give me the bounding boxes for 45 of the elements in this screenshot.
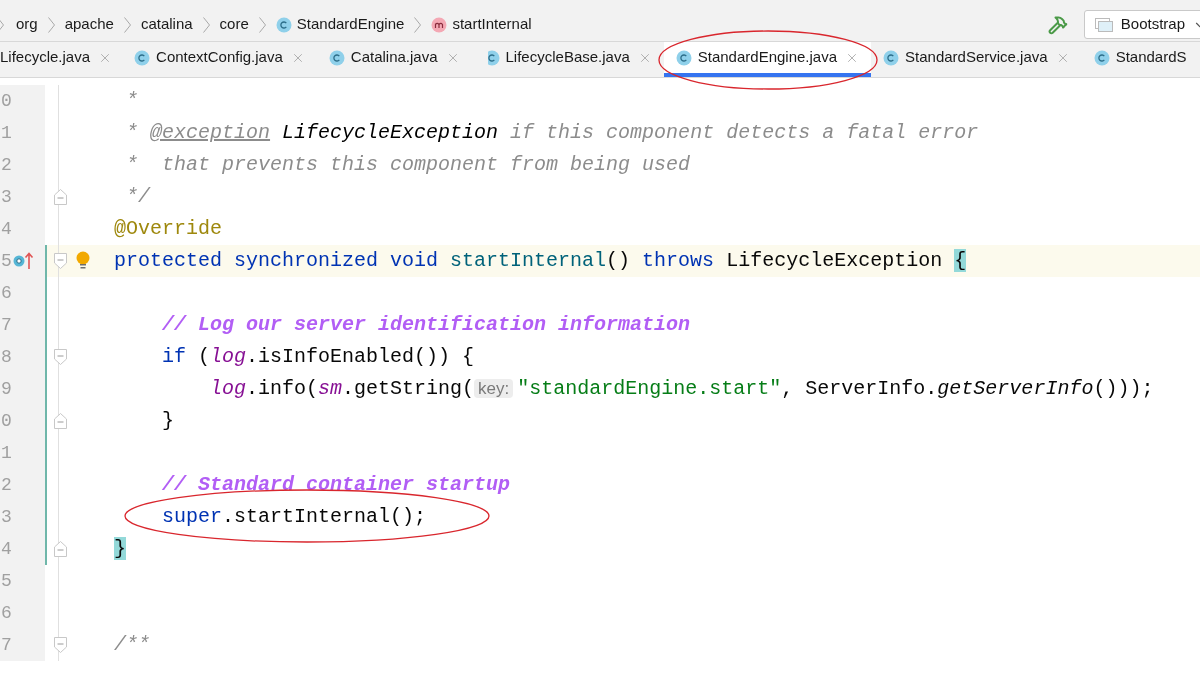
code-line: // Standard container startup	[161, 472, 511, 498]
code-line: super.startInternal();	[161, 504, 427, 530]
line-number: 9	[1, 377, 12, 401]
editor-tab[interactable]: ContextConfig.java	[122, 42, 317, 77]
editor-tab[interactable]: StandardService.java	[871, 42, 1082, 77]
code-line: /**	[114, 632, 150, 658]
code-line: if (log.isInfoEnabled()) {	[161, 344, 475, 370]
editor-tab[interactable]: Lifecycle.java	[0, 42, 123, 77]
line-number: 4	[1, 537, 12, 561]
line-number: 3	[1, 505, 12, 529]
code-line: */	[125, 184, 150, 210]
line-number: 2	[1, 153, 12, 177]
line-number: 5	[1, 249, 12, 273]
editor-tab[interactable]: StandardEngine.java	[663, 42, 872, 77]
run-config-dropdown[interactable]: Bootstrap	[1083, 10, 1200, 39]
line-number: 0	[1, 409, 12, 433]
breadcrumb-item[interactable]: org	[12, 13, 42, 36]
line-number: 1	[1, 441, 12, 465]
line-number: 5	[1, 569, 12, 593]
line-number: 0	[1, 89, 12, 113]
code-line: *	[125, 88, 138, 114]
line-number: 6	[1, 281, 12, 305]
code-line: // Log our server identification information	[161, 312, 691, 338]
code-line: }	[161, 408, 174, 434]
line-number: 7	[1, 633, 12, 657]
code-line: * that prevents this component from being used	[125, 152, 691, 178]
line-number: 4	[1, 217, 12, 241]
editor-tab[interactable]: LifecycleBase.java	[471, 42, 664, 77]
line-number: 7	[1, 313, 12, 337]
breadcrumb-item[interactable]: catalina	[136, 13, 197, 36]
code-line: * @exception LifecycleException if this component detects a fatal error	[125, 120, 979, 146]
breadcrumb-item[interactable]: StandardEngine	[271, 13, 409, 36]
code-line: @Override	[114, 216, 223, 242]
breadcrumb-item[interactable]: apache	[60, 13, 118, 36]
line-number: 2	[1, 473, 12, 497]
line-number: 6	[1, 601, 12, 625]
breadcrumb-item[interactable]: core	[215, 13, 253, 36]
editor-tab[interactable]: Catalina.java	[316, 42, 472, 77]
code-line: protected synchronized void startInternal() throws LifecycleException {	[114, 248, 967, 274]
code-line: log.info(sm.getString( key: "standardEngine.start", ServerInfo.getServerInfo()));	[209, 376, 1154, 402]
editor-tab[interactable]: StandardS	[1081, 42, 1199, 77]
line-number: 3	[1, 185, 12, 209]
breadcrumb-item[interactable]: startInternal	[427, 13, 536, 36]
line-number: 8	[1, 345, 12, 369]
line-number: 1	[1, 121, 12, 145]
